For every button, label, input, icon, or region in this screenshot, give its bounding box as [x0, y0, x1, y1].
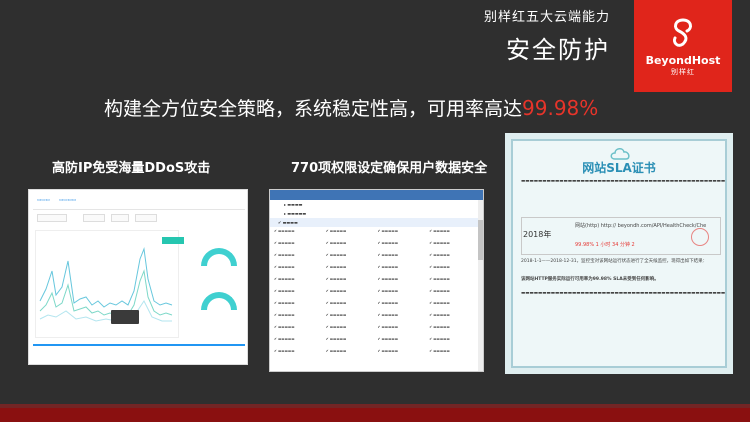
card-title-ddos: 高防IP免受海量DDoS攻击 [52, 161, 211, 176]
dash-bottom-bar [33, 344, 245, 346]
headline: 构建全方位安全策略，系统稳定性高，可用率高达99.98% [104, 94, 598, 121]
perm-cell: ▬▬▬▬▬ [326, 265, 376, 275]
perm-cell: ▬▬▬▬▬ [378, 265, 428, 275]
logo-name-cn: 别样红 [671, 67, 695, 76]
cert-intro-text: ▬▬▬▬▬▬▬▬▬▬▬▬▬▬▬▬▬▬▬▬▬▬▬▬▬▬▬▬▬▬▬▬▬▬▬▬▬▬▬▬… [521, 179, 726, 184]
traffic-chart [39, 247, 173, 322]
perm-cell: ▬▬▬▬▬ [274, 277, 324, 287]
headline-text: 构建全方位安全策略，系统稳定性高，可用率高达 [104, 98, 523, 120]
headline-value: 99.98% [522, 96, 599, 120]
gauge-1 [201, 248, 237, 266]
perm-cell: ▬▬▬▬▬ [326, 289, 376, 299]
header: 别样红五大云端能力 安全防护 [484, 6, 610, 65]
permissions-screenshot: ▸ ▬▬▬▬ ▸ ▬▬▬▬▬ ✔ ▬▬▬▬ ▬▬▬▬▬ ▬▬▬▬▬ ▬▬▬▬▬ … [269, 189, 484, 372]
perm-topbar [270, 190, 483, 200]
perm-cell: ▬▬▬▬▬ [326, 277, 376, 287]
cert-heading: 网站SLA证书 [582, 161, 656, 175]
cert-values-row: 99.98% 1 小时 34 分钟 2 [575, 242, 635, 248]
perm-cell: ▬▬▬▬▬ [429, 253, 479, 263]
perm-cell: ▬▬▬▬▬ [274, 325, 324, 335]
perm-cell: ▬▬▬▬▬ [378, 301, 428, 311]
perm-scrollbar-thumb [478, 220, 483, 260]
dash-tab-2: ▭▭▭▭ [59, 198, 77, 203]
cert-details: ▬▬▬▬▬▬▬▬▬▬▬▬▬▬▬▬▬▬▬▬▬▬▬▬▬▬▬▬▬▬▬▬▬▬▬▬▬▬▬▬… [521, 291, 726, 296]
perm-cell: ▬▬▬▬▬ [326, 325, 376, 335]
ddos-dashboard-screenshot: ▭▭▭ ▭▭▭▭ [28, 189, 248, 365]
perm-tree-row: ▸ ▬▬▬▬▬ [284, 211, 307, 216]
dash-select-3 [111, 214, 129, 222]
chart-tooltip [111, 310, 139, 324]
dash-select-2 [83, 214, 105, 222]
cert-period-text: 2018-1-1——2018-12-31，监控宝对该网站运行状态进行了全天候监控… [521, 259, 708, 264]
dash-select-4 [135, 214, 157, 222]
perm-cell: ▬▬▬▬▬ [378, 253, 428, 263]
gauge-2 [201, 292, 237, 310]
header-title: 安全防护 [506, 36, 610, 64]
perm-cell: ▬▬▬▬▬ [326, 313, 376, 323]
perm-cell: ▬▬▬▬▬ [274, 265, 324, 275]
perm-grid: ▬▬▬▬▬ ▬▬▬▬▬ ▬▬▬▬▬ ▬▬▬▬▬ ▬▬▬▬▬ ▬▬▬▬▬ ▬▬▬▬… [270, 227, 483, 359]
sla-certificate: 网站SLA证书 ▬▬▬▬▬▬▬▬▬▬▬▬▬▬▬▬▬▬▬▬▬▬▬▬▬▬▬▬▬▬▬▬… [505, 133, 733, 374]
perm-cell: ▬▬▬▬▬ [274, 289, 324, 299]
dash-select-1 [37, 214, 67, 222]
cert-seal [691, 228, 709, 246]
perm-cell: ▬▬▬▬▬ [326, 229, 376, 239]
perm-cell: ▬▬▬▬▬ [326, 301, 376, 311]
perm-group-header: ✔ ▬▬▬▬ [270, 218, 483, 227]
perm-cell: ▬▬▬▬▬ [274, 229, 324, 239]
perm-cell: ▬▬▬▬▬ [378, 277, 428, 287]
perm-cell: ▬▬▬▬▬ [429, 325, 479, 335]
perm-cell: ▬▬▬▬▬ [274, 241, 324, 251]
perm-cell: ▬▬▬▬▬ [429, 313, 479, 323]
dash-tab-1: ▭▭▭ [37, 198, 50, 203]
perm-cell: ▬▬▬▬▬ [429, 265, 479, 275]
logo-mark-icon [673, 18, 692, 47]
perm-cell: ▬▬▬▬▬ [429, 229, 479, 239]
perm-cell: ▬▬▬▬▬ [429, 277, 479, 287]
perm-cell: ▬▬▬▬▬ [378, 229, 428, 239]
cert-result-text: 该网站HTTP服务实际运行可用率为99.98% SLA未受到任何影响。 [521, 277, 659, 282]
perm-cell: ▬▬▬▬▬ [429, 337, 479, 347]
cert-url: 网站(http) http:// beyondh.com/API/HealthC… [575, 223, 707, 229]
perm-tree-row: ▸ ▬▬▬▬ [284, 202, 303, 207]
perm-cell: ▬▬▬▬▬ [429, 349, 479, 359]
perm-cell: ▬▬▬▬▬ [378, 349, 428, 359]
perm-cell: ▬▬▬▬▬ [429, 289, 479, 299]
traffic-chart-panel [35, 230, 184, 338]
perm-cell: ▬▬▬▬▬ [378, 325, 428, 335]
perm-cell: ▬▬▬▬▬ [274, 253, 324, 263]
header-subtitle: 别样红五大云端能力 [483, 10, 610, 25]
perm-cell: ▬▬▬▬▬ [274, 313, 324, 323]
perm-cell: ▬▬▬▬▬ [326, 349, 376, 359]
brand-logo: BeyondHost 别样红 [634, 0, 732, 92]
cert-year: 2018年 [523, 230, 552, 239]
perm-cell: ▬▬▬▬▬ [326, 253, 376, 263]
perm-cell: ▬▬▬▬▬ [326, 337, 376, 347]
footer-strip [0, 404, 750, 422]
card-title-permissions: 770项权限设定确保用户数据安全 [291, 161, 488, 176]
perm-cell: ▬▬▬▬▬ [274, 337, 324, 347]
logo-name: BeyondHost [645, 53, 721, 67]
dash-divider [33, 209, 245, 210]
perm-cell: ▬▬▬▬▬ [429, 241, 479, 251]
perm-cell: ▬▬▬▬▬ [274, 301, 324, 311]
perm-cell: ▬▬▬▬▬ [378, 241, 428, 251]
perm-cell: ▬▬▬▬▬ [326, 241, 376, 251]
perm-cell: ▬▬▬▬▬ [378, 337, 428, 347]
perm-cell: ▬▬▬▬▬ [378, 289, 428, 299]
cert-frame: 网站SLA证书 ▬▬▬▬▬▬▬▬▬▬▬▬▬▬▬▬▬▬▬▬▬▬▬▬▬▬▬▬▬▬▬▬… [511, 139, 727, 368]
perm-cell: ▬▬▬▬▬ [378, 313, 428, 323]
perm-cell: ▬▬▬▬▬ [429, 301, 479, 311]
perm-cell: ▬▬▬▬▬ [274, 349, 324, 359]
